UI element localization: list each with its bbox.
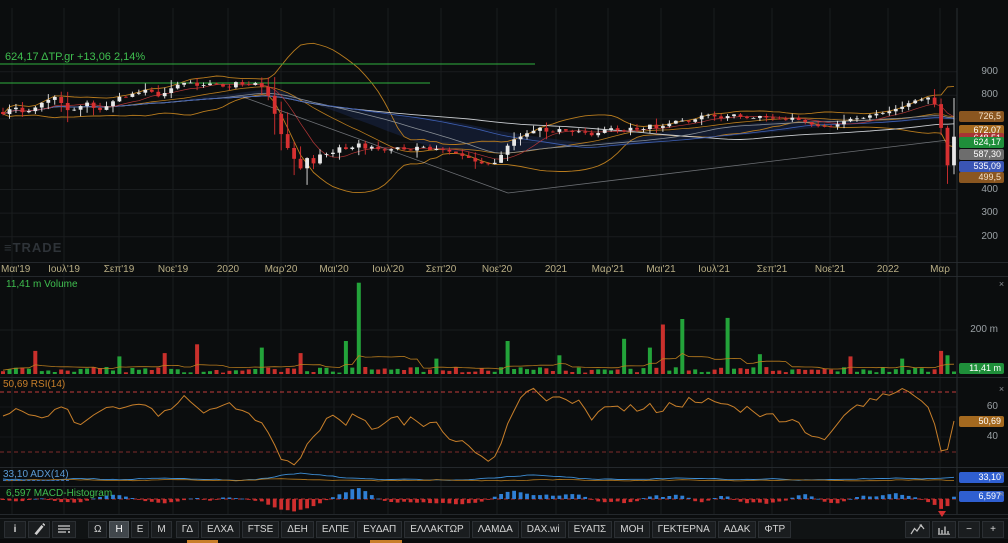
ticker-button-ΛΑΜΔΑ[interactable]: ΛΑΜΔΑ (472, 521, 519, 538)
interval-button-Μ[interactable]: Μ (151, 521, 171, 538)
volume-chart-button[interactable] (932, 521, 956, 538)
ticker-button-ΦΤΡ[interactable]: ΦΤΡ (758, 521, 791, 538)
ticker-button-ΕΛΠΕ[interactable]: ΕΛΠΕ (316, 521, 355, 538)
chart-canvas[interactable] (0, 0, 1008, 518)
ticker-button-ΑΔΑΚ[interactable]: ΑΔΑΚ (718, 521, 757, 538)
pencil-icon (33, 523, 45, 535)
ticker-button-DAX.wi[interactable]: DAX.wi (521, 521, 566, 538)
volume-pane-label: 11,41 m Volume (6, 279, 78, 290)
chart-style-button[interactable] (905, 521, 930, 538)
toolbar-right-group: − + (905, 521, 1004, 538)
close-macd-pane-button[interactable]: × (996, 489, 1007, 500)
ticker-button-ΕΥΑΠΣ[interactable]: ΕΥΑΠΣ (568, 521, 613, 538)
indicators-button[interactable] (52, 521, 76, 538)
zoom-out-button[interactable]: − (958, 521, 980, 538)
trading-chart-app: Μαι'19Ιουλ'19Σεπ'19Νοε'192020Μαρ'20Μαι'2… (0, 0, 1008, 543)
ticker-button-ΓΔ[interactable]: ΓΔ (176, 521, 199, 538)
platform-watermark: ≡TRADE (4, 240, 62, 255)
ticker-group: ΓΔΕΛΧΑFTSEΔΕΗΕΛΠΕΕΥΔΑΠΕΛΛΑΚΤΩΡΛΑΜΔΑDAX.w… (176, 521, 792, 538)
bottom-toolbar: i ΩΗΕΜ ΓΔΕΛΧΑFTSEΔΕΗΕΛΠΕΕΥΔΑΠΕΛΛΑΚΤΩΡΛΑΜ… (0, 518, 1008, 539)
symbol-quote-header: 624,17 ΔTP.gr +13,06 2,14% (5, 51, 145, 63)
sell-signal-marker-icon (938, 511, 946, 517)
interval-group: ΩΗΕΜ (88, 521, 172, 538)
ticker-button-ΕΛΧΑ[interactable]: ΕΛΧΑ (201, 521, 240, 538)
toolbar-underside (0, 539, 1008, 543)
info-icon: i (14, 524, 17, 535)
close-rsi-pane-button[interactable]: × (996, 384, 1007, 395)
ticker-button-ΔΕΗ[interactable]: ΔΕΗ (281, 521, 314, 538)
histogram-icon (937, 523, 951, 535)
adx-pane-label: 33,10 ADX(14) (3, 469, 69, 481)
ticker-button-ΜΟΗ[interactable]: ΜΟΗ (614, 521, 649, 538)
interval-button-Η[interactable]: Η (109, 521, 128, 538)
rsi-pane-label: 50,69 RSI(14) (3, 379, 65, 390)
ticker-button-ΕΛΛΑΚΤΩΡ[interactable]: ΕΛΛΑΚΤΩΡ (404, 521, 469, 538)
trend-chart-icon (910, 523, 925, 535)
list-icon (57, 523, 71, 535)
zoom-in-button[interactable]: + (982, 521, 1004, 538)
ticker-button-ΕΥΔΑΠ[interactable]: ΕΥΔΑΠ (357, 521, 402, 538)
interval-button-Ε[interactable]: Ε (131, 521, 150, 538)
ticker-button-ΓΕΚΤΕΡΝΑ[interactable]: ΓΕΚΤΕΡΝΑ (652, 521, 716, 538)
ticker-button-FTSE[interactable]: FTSE (242, 521, 280, 538)
close-adx-pane-button[interactable]: × (996, 469, 1007, 480)
draw-button[interactable] (28, 521, 50, 538)
close-volume-pane-button[interactable]: × (996, 279, 1007, 290)
info-button[interactable]: i (4, 521, 26, 538)
interval-button-Ω[interactable]: Ω (88, 521, 107, 538)
macd-pane-label: 6,597 MACD-Histogram (6, 488, 112, 499)
